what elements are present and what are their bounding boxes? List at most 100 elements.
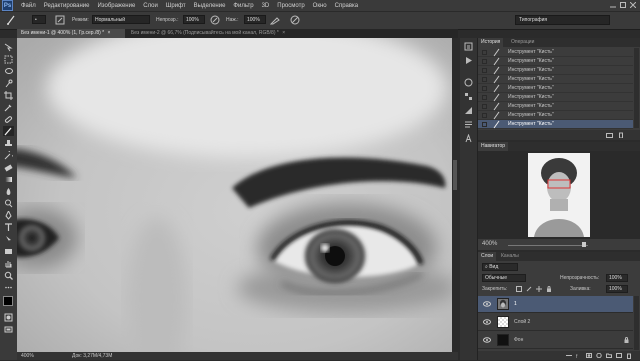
- history-brush-tool-icon[interactable]: [3, 150, 14, 160]
- history-item[interactable]: Инструмент "Кисть": [478, 84, 633, 93]
- type-tool-icon[interactable]: [3, 222, 14, 232]
- camera-icon[interactable]: [606, 132, 613, 140]
- scrollbar-thumb[interactable]: [453, 160, 457, 190]
- path-selection-tool-icon[interactable]: [3, 234, 14, 244]
- fx-icon[interactable]: f: [576, 353, 582, 360]
- tab-document-1[interactable]: Без имени-1 @ 400% (1, Гр.сер./8) * ×: [17, 29, 125, 38]
- eraser-tool-icon[interactable]: [3, 162, 14, 172]
- tab-close-icon[interactable]: ×: [282, 30, 285, 36]
- layers-scrollbar[interactable]: [634, 296, 639, 350]
- brush-tool-icon[interactable]: [6, 15, 16, 25]
- snapshot-checkbox[interactable]: [482, 77, 487, 82]
- adjustment-layer-icon[interactable]: [596, 352, 602, 360]
- layer-filter-kind[interactable]: ⌕ Вид: [482, 263, 518, 271]
- brush-panel-icon[interactable]: [55, 15, 65, 25]
- blur-tool-icon[interactable]: [3, 186, 14, 196]
- history-item[interactable]: Инструмент "Кисть": [478, 111, 633, 120]
- history-item[interactable]: Инструмент "Кисть": [478, 75, 633, 84]
- history-item[interactable]: Инструмент "Кисть": [478, 93, 633, 102]
- fill-input[interactable]: 100%: [606, 285, 628, 293]
- menu-file[interactable]: Файл: [17, 3, 40, 9]
- menu-view[interactable]: Просмотр: [273, 3, 308, 9]
- eye-icon[interactable]: [483, 301, 491, 309]
- healing-brush-tool-icon[interactable]: [3, 114, 14, 124]
- lasso-tool-icon[interactable]: [3, 66, 14, 76]
- layer-row-selected[interactable]: 1: [478, 296, 633, 313]
- menu-select[interactable]: Выделение: [190, 3, 230, 9]
- pen-tool-icon[interactable]: [3, 210, 14, 220]
- trash-icon[interactable]: [618, 132, 624, 140]
- history-item-selected[interactable]: Инструмент "Кисть": [478, 120, 633, 129]
- eyedropper-tool-icon[interactable]: [3, 102, 14, 112]
- snapshot-checkbox[interactable]: [482, 95, 487, 100]
- menu-type[interactable]: Шрифт: [162, 3, 190, 9]
- workspace-select[interactable]: Типография: [515, 15, 610, 25]
- move-tool-icon[interactable]: [3, 42, 14, 52]
- foreground-color-swatch[interactable]: [3, 296, 13, 306]
- menu-image[interactable]: Изображение: [93, 3, 139, 9]
- lock-pixels-icon[interactable]: [516, 286, 522, 294]
- more-tools-icon[interactable]: [3, 282, 14, 292]
- link-layers-icon[interactable]: [566, 353, 572, 360]
- character-panel-icon[interactable]: [464, 133, 473, 145]
- zoom-level[interactable]: 400%: [21, 352, 34, 360]
- paragraph-panel-icon[interactable]: [464, 120, 473, 131]
- lock-move-icon[interactable]: [536, 286, 542, 294]
- crop-tool-icon[interactable]: [3, 90, 14, 100]
- new-layer-icon[interactable]: [616, 353, 622, 360]
- blend-mode-select[interactable]: Нормальный: [92, 15, 150, 24]
- history-item[interactable]: Инструмент "Кисть": [478, 66, 633, 75]
- tablet-opacity-icon[interactable]: [210, 15, 220, 25]
- brush-tool-icon[interactable]: [3, 126, 14, 136]
- pressure-input[interactable]: 100%: [244, 15, 266, 24]
- snapshot-checkbox[interactable]: [482, 59, 487, 64]
- gradient-tool-icon[interactable]: [3, 174, 14, 184]
- history-panel-icon[interactable]: [464, 42, 473, 53]
- tab-close-icon[interactable]: ×: [108, 30, 111, 36]
- snapshot-checkbox[interactable]: [482, 113, 487, 118]
- eye-icon[interactable]: [483, 319, 491, 327]
- history-item[interactable]: Инструмент "Кисть": [478, 57, 633, 66]
- snapshot-checkbox[interactable]: [482, 68, 487, 73]
- minimize-icon[interactable]: [610, 2, 616, 8]
- history-scrollbar[interactable]: [634, 48, 639, 128]
- layer-row[interactable]: Фон: [478, 332, 633, 349]
- zoom-tool-icon[interactable]: [3, 270, 14, 280]
- layer-opacity-input[interactable]: 100%: [606, 274, 628, 282]
- brush-size-preset[interactable]: •: [32, 15, 46, 24]
- eye-icon[interactable]: [483, 337, 491, 345]
- dodge-tool-icon[interactable]: [3, 198, 14, 208]
- close-icon[interactable]: [629, 1, 637, 9]
- vertical-scrollbar[interactable]: [452, 38, 458, 352]
- lock-all-icon[interactable]: [546, 286, 552, 294]
- layer-row[interactable]: Слой 2: [478, 314, 633, 331]
- menu-layers[interactable]: Слои: [139, 3, 162, 9]
- tab-actions[interactable]: Операции: [508, 38, 537, 47]
- layer-name[interactable]: Слой 2: [514, 314, 530, 331]
- quick-mask-icon[interactable]: [3, 312, 14, 322]
- new-group-icon[interactable]: [606, 353, 612, 360]
- navigator-zoom[interactable]: 400%: [482, 241, 497, 247]
- add-mask-icon[interactable]: [586, 353, 592, 360]
- snapshot-checkbox[interactable]: [482, 104, 487, 109]
- navigator-slider-thumb[interactable]: [582, 242, 586, 247]
- snapshot-checkbox[interactable]: [482, 86, 487, 91]
- airbrush-icon[interactable]: [269, 15, 280, 25]
- opacity-input[interactable]: 100%: [183, 15, 205, 24]
- marquee-tool-icon[interactable]: [3, 54, 14, 64]
- tab-layers[interactable]: Слои: [478, 252, 497, 261]
- layer-name[interactable]: 1: [514, 296, 517, 313]
- document-canvas[interactable]: [17, 38, 452, 352]
- tab-history[interactable]: История: [478, 38, 504, 47]
- hand-tool-icon[interactable]: [3, 258, 14, 268]
- tab-channels[interactable]: Каналы: [498, 252, 522, 261]
- menu-filter[interactable]: Фильтр: [229, 3, 257, 9]
- menu-edit[interactable]: Редактирование: [40, 3, 94, 9]
- tab-navigator[interactable]: Навигатор: [478, 142, 509, 151]
- maximize-icon[interactable]: [620, 2, 626, 8]
- rectangle-tool-icon[interactable]: [3, 246, 14, 256]
- navigator-zoom-slider[interactable]: [508, 245, 588, 246]
- menu-window[interactable]: Окно: [309, 3, 331, 9]
- snapshot-checkbox[interactable]: [482, 50, 487, 55]
- history-item[interactable]: Инструмент "Кисть": [478, 48, 633, 57]
